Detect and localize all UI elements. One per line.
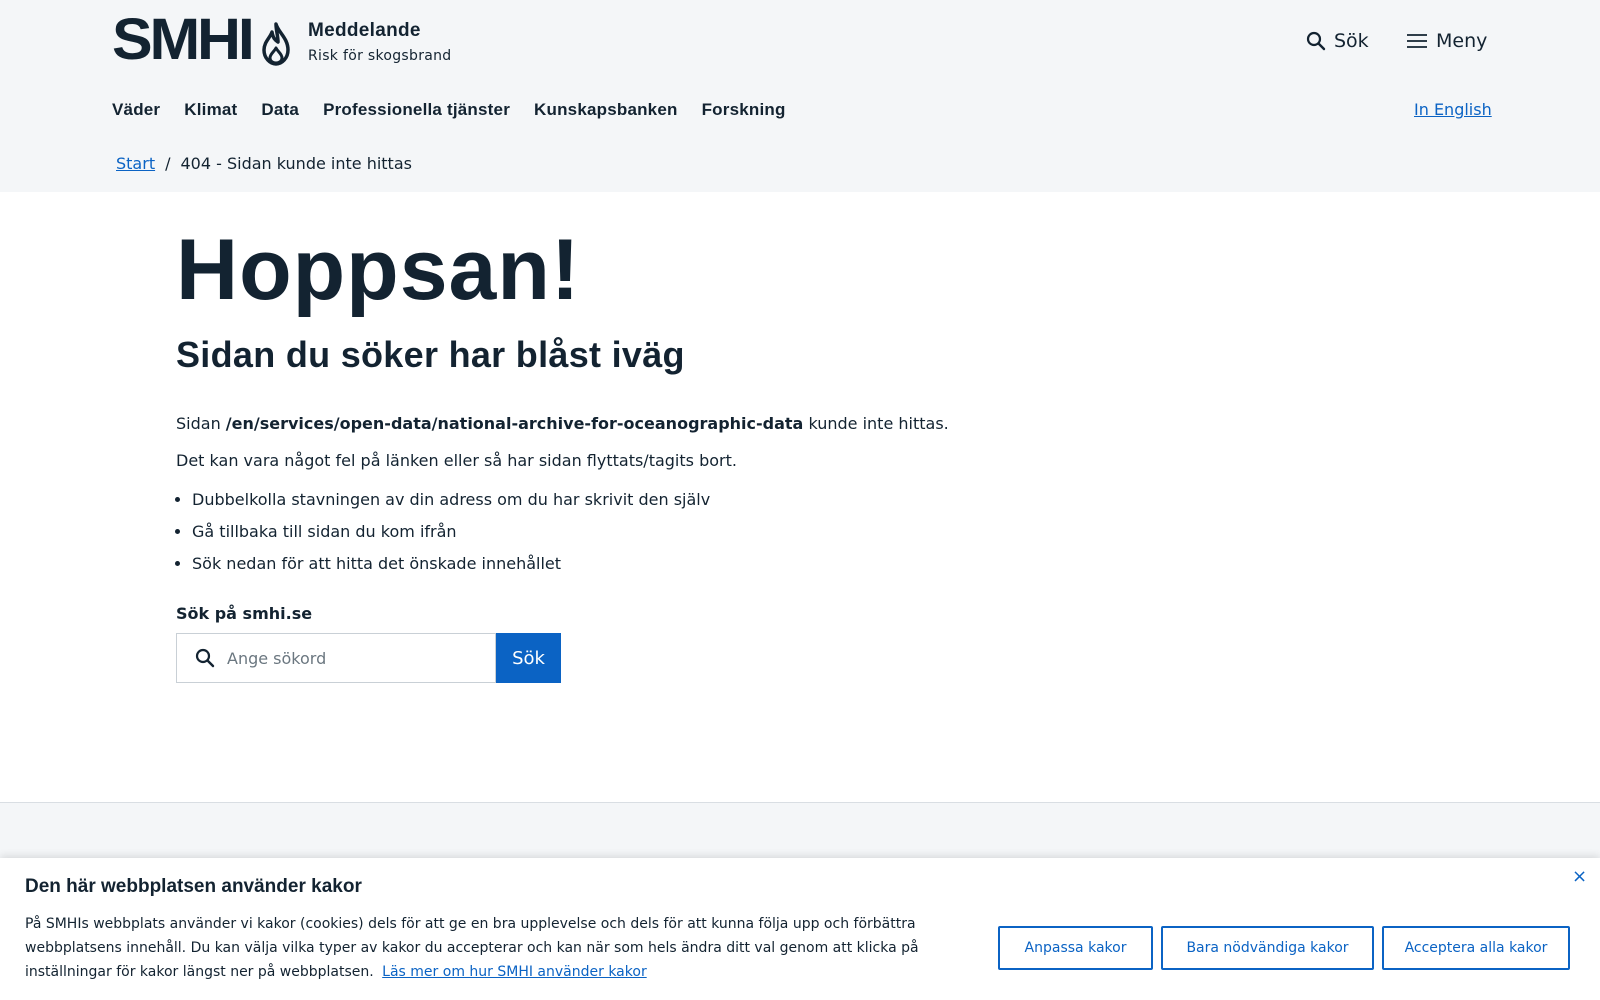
- flame-icon: [262, 22, 290, 66]
- notice[interactable]: Meddelande Risk för skogsbrand: [308, 20, 452, 64]
- header-search-label: Sök: [1334, 30, 1369, 52]
- breadcrumb-home-link[interactable]: Start: [116, 154, 155, 173]
- language-link[interactable]: In English: [1414, 100, 1492, 119]
- necessary-cookies-button[interactable]: Bara nödvändiga kakor: [1161, 926, 1374, 970]
- header-search-button[interactable]: Sök: [1306, 30, 1369, 52]
- not-found-message: Sidan /en/services/open-data/national-ar…: [176, 414, 1076, 433]
- close-icon[interactable]: ×: [1572, 866, 1587, 887]
- notice-title: Meddelande: [308, 20, 421, 41]
- breadcrumb-current: 404 - Sidan kunde inte hittas: [180, 154, 412, 173]
- list-item: Gå tillbaka till sidan du kom ifrån: [192, 522, 1076, 542]
- nav-item-professionella-tjanster[interactable]: Professionella tjänster: [323, 100, 510, 120]
- notice-subtitle: Risk för skogsbrand: [308, 48, 452, 64]
- page-subtitle: Sidan du söker har blåst iväg: [176, 334, 685, 375]
- breadcrumb-separator: /: [165, 154, 171, 173]
- smhi-logo[interactable]: SMHI: [112, 11, 255, 69]
- cookie-banner: Den här webbplatsen använder kakor På SM…: [0, 858, 1600, 1000]
- main-content: Hoppsan! Sidan du söker har blåst iväg S…: [176, 220, 1076, 683]
- message-prefix: Sidan: [176, 414, 221, 433]
- tips-list: Dubbelkolla stavningen av din adress om …: [176, 490, 1076, 574]
- header-menu-label: Meny: [1436, 30, 1488, 52]
- cookie-info-link[interactable]: Läs mer om hur SMHI använder kakor: [382, 964, 647, 980]
- search-icon: [1306, 31, 1326, 51]
- search-submit-button[interactable]: Sök: [496, 633, 561, 683]
- cookie-text: På SMHIs webbplats använder vi kakor (co…: [25, 912, 980, 984]
- main-nav: Väder Klimat Data Professionella tjänste…: [112, 100, 786, 120]
- search-icon: [195, 648, 215, 668]
- cookie-title: Den här webbplatsen använder kakor: [25, 876, 362, 897]
- site-header: SMHI Meddelande Risk för skogsbrand Sök …: [0, 0, 1600, 192]
- customize-cookies-button[interactable]: Anpassa kakor: [998, 926, 1153, 970]
- nav-item-kunskapsbanken[interactable]: Kunskapsbanken: [534, 100, 678, 120]
- search-input[interactable]: [227, 648, 467, 668]
- search-label: Sök på smhi.se: [176, 604, 313, 623]
- page-title: Hoppsan!: [176, 222, 581, 318]
- list-item: Sök nedan för att hitta det önskade inne…: [192, 554, 1076, 574]
- hamburger-icon: [1407, 34, 1427, 48]
- search-form: Sök: [176, 633, 1076, 683]
- missing-path: /en/services/open-data/national-archive-…: [225, 414, 804, 433]
- search-field[interactable]: [176, 633, 496, 683]
- nav-item-data[interactable]: Data: [261, 100, 299, 120]
- message-suffix: kunde inte hittas.: [808, 414, 949, 433]
- nav-item-klimat[interactable]: Klimat: [184, 100, 237, 120]
- breadcrumb: Start / 404 - Sidan kunde inte hittas: [116, 154, 412, 173]
- nav-item-vader[interactable]: Väder: [112, 100, 160, 120]
- accept-all-cookies-button[interactable]: Acceptera alla kakor: [1382, 926, 1570, 970]
- nav-item-forskning[interactable]: Forskning: [702, 100, 786, 120]
- list-item: Dubbelkolla stavningen av din adress om …: [192, 490, 1076, 510]
- explanation-text: Det kan vara något fel på länken eller s…: [176, 451, 737, 470]
- header-menu-button[interactable]: Meny: [1406, 30, 1487, 52]
